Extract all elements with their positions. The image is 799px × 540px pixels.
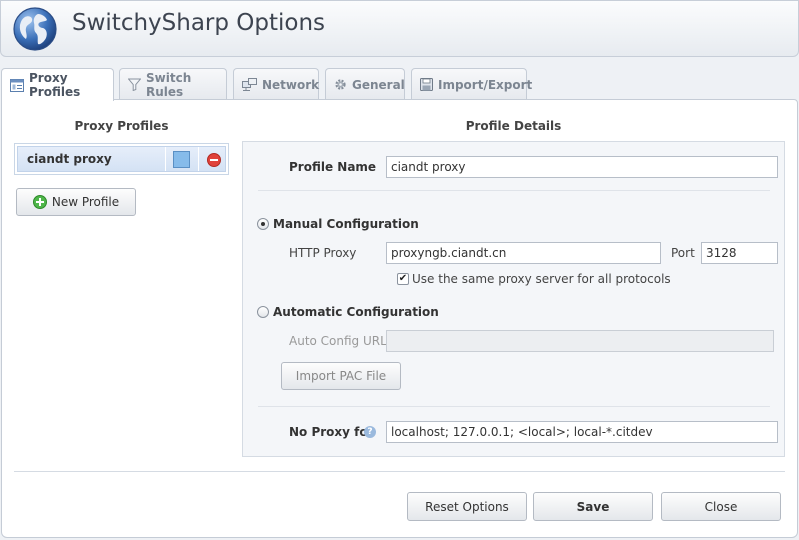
- app-title: SwitchySharp Options: [72, 10, 326, 36]
- button-label: Reset Options: [425, 499, 509, 514]
- list-item[interactable]: ciandt proxy: [17, 146, 226, 172]
- auto-config-url-field[interactable]: [386, 330, 774, 352]
- tab-bar: Proxy Profiles Switch Rules Network Gene…: [0, 68, 799, 101]
- profile-name-field[interactable]: [386, 156, 778, 178]
- filter-icon: [128, 78, 141, 91]
- profile-name-label: Profile Name: [289, 160, 377, 174]
- network-icon: [242, 78, 257, 91]
- help-icon[interactable]: ?: [364, 426, 376, 438]
- divider: [258, 190, 770, 191]
- button-label: New Profile: [51, 195, 120, 209]
- globe-logo-icon: [13, 7, 57, 51]
- app-header: SwitchySharp Options: [0, 0, 799, 57]
- auto-config-url-label: Auto Config URL: [289, 334, 387, 348]
- new-profile-button[interactable]: New Profile: [16, 188, 136, 216]
- divider: [258, 406, 770, 407]
- button-label: Import PAC File: [295, 369, 387, 383]
- delete-icon[interactable]: [207, 153, 221, 167]
- http-proxy-field[interactable]: [386, 242, 661, 264]
- tab-proxy-profiles[interactable]: Proxy Profiles: [1, 68, 114, 101]
- same-proxy-label: Use the same proxy server for all protoc…: [412, 272, 671, 286]
- http-proxy-label: HTTP Proxy: [289, 246, 357, 260]
- no-proxy-field[interactable]: [386, 421, 778, 443]
- tab-general[interactable]: General: [325, 68, 405, 100]
- port-field[interactable]: [701, 242, 778, 264]
- port-label: Port: [671, 246, 695, 260]
- tab-label: General: [352, 77, 405, 92]
- profile-list: ciandt proxy: [14, 143, 229, 175]
- save-button[interactable]: Save: [533, 492, 653, 521]
- close-button[interactable]: Close: [661, 492, 781, 521]
- divider: [165, 147, 166, 171]
- manual-config-label: Manual Configuration: [273, 217, 419, 231]
- tab-import-export[interactable]: Import/Export: [411, 68, 532, 100]
- profiles-icon: [10, 78, 24, 92]
- tab-switch-rules[interactable]: Switch Rules: [119, 68, 227, 100]
- same-proxy-checkbox[interactable]: ✔: [397, 273, 409, 285]
- auto-config-radio[interactable]: [257, 306, 269, 318]
- auto-config-label: Automatic Configuration: [273, 305, 439, 319]
- profile-name: ciandt proxy: [27, 152, 112, 166]
- tab-label: Import/Export: [438, 77, 533, 92]
- profile-color-swatch[interactable]: [173, 151, 190, 168]
- import-pac-button[interactable]: Import PAC File: [281, 362, 401, 390]
- disk-icon: [420, 78, 433, 91]
- plus-circle-icon: [32, 195, 47, 209]
- manual-config-radio[interactable]: [257, 218, 269, 230]
- gear-icon: [335, 79, 346, 90]
- profile-details-box: [242, 141, 785, 457]
- button-label: Close: [704, 499, 738, 514]
- tab-label: Proxy Profiles: [29, 71, 81, 99]
- divider: [198, 147, 199, 171]
- button-label: Save: [576, 499, 610, 514]
- reset-options-button[interactable]: Reset Options: [407, 492, 527, 521]
- profiles-heading: Proxy Profiles: [74, 119, 169, 133]
- tab-label: Switch Rules: [146, 70, 192, 99]
- tab-network[interactable]: Network: [233, 68, 319, 100]
- divider: [14, 471, 785, 472]
- details-heading: Profile Details: [465, 119, 562, 133]
- tab-label: Network: [262, 77, 320, 92]
- no-proxy-label: No Proxy for: [289, 425, 374, 439]
